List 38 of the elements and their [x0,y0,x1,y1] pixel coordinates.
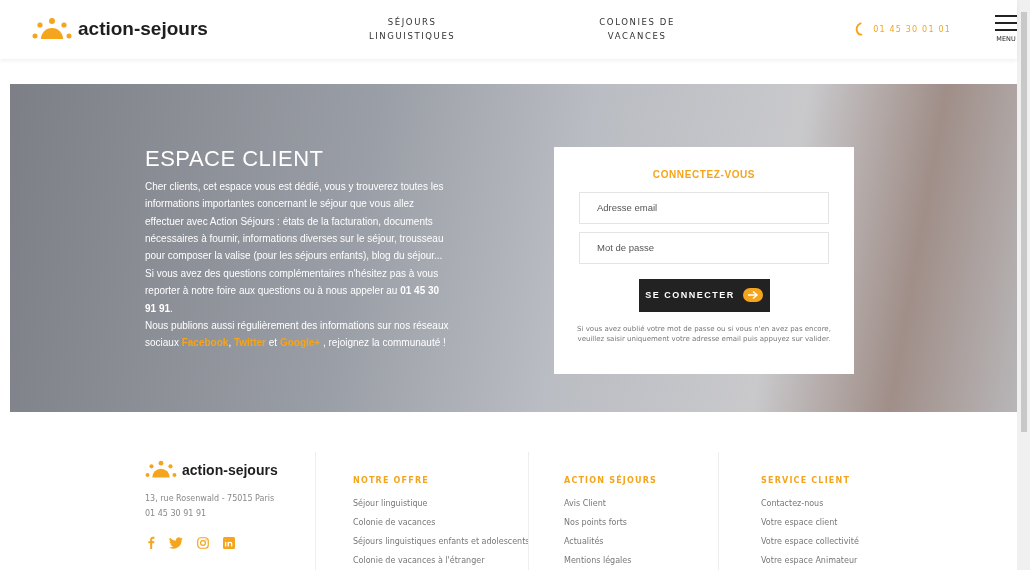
email-field[interactable]: Adresse email [579,191,829,224]
page-title: ESPACE CLIENT [145,145,325,172]
facebook-icon[interactable] [147,536,155,549]
connect-button[interactable]: SE CONNECTER [638,278,770,312]
footer-link[interactable]: Votre espace collectivité [761,532,930,551]
nav-link[interactable]: COLONIES DE VACANCES [572,15,703,44]
footer-link[interactable]: Actualités [564,532,718,551]
footer-link[interactable]: Mentions légales [564,551,718,570]
footer-heading: NOTRE OFFRE [353,476,430,485]
nav-link[interactable]: SÉJOURS LINGUISTIQUES [347,15,478,44]
menu-icon [995,15,1017,32]
footer-link[interactable]: Séjours linguistiques enfants et adolescents [353,532,528,551]
scrollbar-thumb[interactable] [1020,12,1027,432]
footer-link[interactable]: Votre espace client [761,513,930,532]
footer-logo[interactable]: action-sejours [145,460,315,479]
social-paragraph: Nous publions aussi régulièrement des informations sur nos réseaux sociaux Facebook, Twitter et Google+ , rejoignez la communauté ! [145,319,450,351]
footer-link[interactable]: Colonie de vacances [353,513,528,532]
footer-heading: ACTION SÉJOURS [564,476,658,485]
sun-logo-icon [145,460,177,479]
instagram-icon[interactable] [197,536,209,549]
footer-link[interactable]: Séjour linguistique [353,494,528,513]
twitter-icon[interactable] [169,536,183,549]
scrollbar[interactable] [1017,0,1030,570]
footer-link[interactable]: Avis Client [564,494,718,513]
logo[interactable]: action-sejours [32,17,328,42]
footer-link[interactable]: Colonie de vacances à l'étranger [353,551,528,570]
password-field[interactable]: Mot de passe [579,231,829,264]
phone-text: 01 45 30 91 91 [145,508,208,520]
linkedin-icon[interactable] [223,536,235,549]
footer-link[interactable]: Nos points forts [564,513,718,532]
footer-link[interactable]: Contactez-nous [761,494,930,513]
footer-heading: SERVICE CLIENT [761,476,852,485]
phone-icon [855,22,864,37]
address-text: 13, rue Rosenwald - 75015 Paris [145,493,276,505]
sun-logo-icon [32,17,72,42]
intro-paragraph: Cher clients, cet espace vous est dédié, vous y trouverez toutes les informations importantes concernant le séjour que vous allez effectuer avec Action Séjours : états de la facturation, documents nécessaires à fournir, informations diverses sur le séjour, trousseau pour composer la valise (pour les séjours enfants), blog du séjour... Si vous avez des questions complémentaires n'hésitez pas à vous reporter à notre foire aux questions ou à nous appeler au 01 45 30 91 91. [145,179,445,316]
login-title: CONNECTEZ-VOUS [652,168,756,180]
footer-link[interactable]: Votre espace Animateur [761,551,930,570]
